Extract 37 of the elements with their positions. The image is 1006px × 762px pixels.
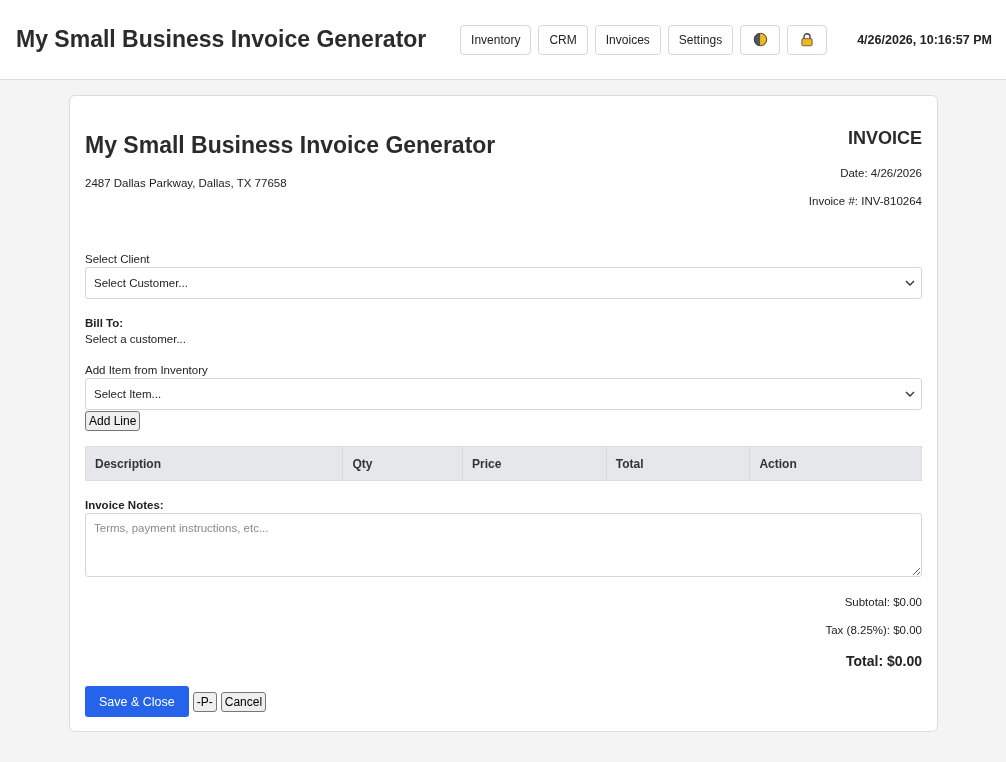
- chevron-down-icon: [905, 391, 915, 397]
- notes-label: Invoice Notes:: [85, 498, 164, 513]
- field-label: Select Client: [85, 252, 150, 267]
- column-header: Description: [94, 455, 162, 473]
- total-text: Total: $0.00: [846, 652, 922, 671]
- chevron-down-icon: [905, 280, 915, 286]
- half-circle-icon: [752, 32, 768, 47]
- add-line-button[interactable]: Add Line: [85, 411, 141, 431]
- lock-button[interactable]: [787, 24, 828, 55]
- column-header: Price: [462, 447, 606, 480]
- invoice-number: Invoice #: INV-810264: [808, 194, 922, 209]
- field-label: Add Item from Inventory: [85, 363, 208, 378]
- nav-button[interactable]: Settings: [667, 24, 734, 55]
- datetime-text: 4/26/2026, 10:16:57 PM: [857, 32, 992, 47]
- column-header: Total: [605, 447, 750, 480]
- app-title: My Small Business Invoice Generator: [16, 26, 427, 53]
- action-button[interactable]: Cancel: [220, 691, 267, 712]
- notes-field[interactable]: Terms, payment instructions, etc...: [85, 513, 922, 577]
- invoice-date: Date: 4/26/2026: [840, 166, 922, 181]
- company-name: My Small Business Invoice Generator: [85, 131, 496, 160]
- company-address: 2487 Dallas Parkway, Dallas, TX 77658: [85, 176, 288, 191]
- client-select[interactable]: Select Customer...: [85, 267, 922, 299]
- column-header: Action: [749, 447, 921, 480]
- column-header: Qty: [342, 447, 463, 480]
- nav-button[interactable]: CRM: [538, 24, 588, 55]
- item-select[interactable]: Select Item...: [85, 378, 922, 410]
- theme-toggle-button[interactable]: [740, 24, 781, 55]
- nav-button[interactable]: Invoices: [594, 24, 661, 55]
- lock-icon: [801, 32, 814, 47]
- subtotal-text: Subtotal: $0.00: [844, 595, 922, 610]
- action-button[interactable]: -P-: [192, 691, 217, 712]
- bill-to-text: Select a customer...: [85, 332, 186, 347]
- invoice-heading: INVOICE: [848, 127, 922, 150]
- bill-to-label: Bill To:: [85, 316, 124, 331]
- save-close-button[interactable]: Save & Close: [85, 686, 189, 717]
- nav-button[interactable]: Inventory: [460, 24, 532, 55]
- tax-text: Tax (8.25%): $0.00: [825, 623, 922, 638]
